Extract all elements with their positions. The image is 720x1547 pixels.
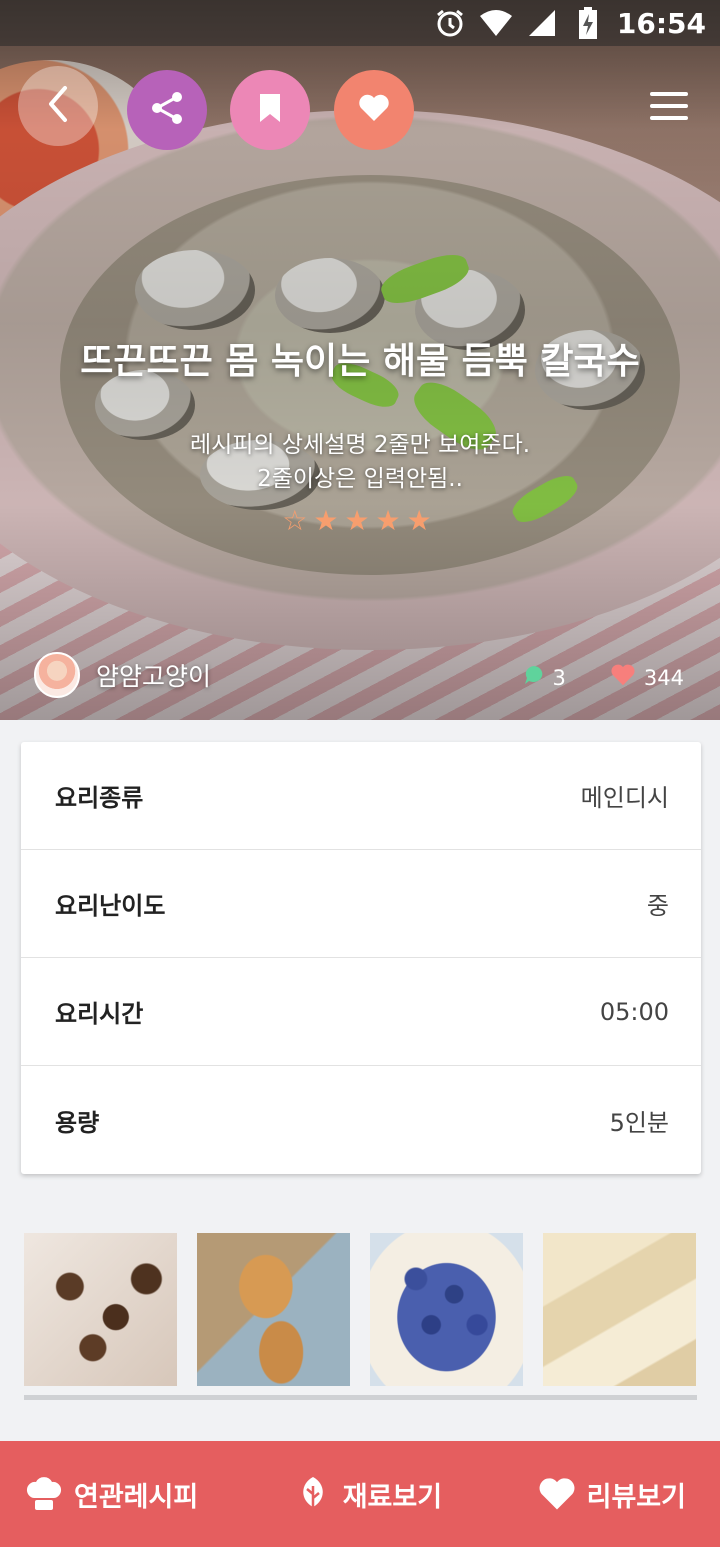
author-name[interactable]: 얌얌고양이	[96, 657, 211, 693]
leaf-icon	[293, 1474, 333, 1514]
share-icon	[147, 88, 187, 132]
info-value: 05:00	[599, 997, 669, 1026]
avatar[interactable]	[34, 652, 80, 698]
recipe-stats: 3 344	[523, 664, 684, 691]
signal-icon	[525, 6, 559, 40]
info-label: 요리종류	[55, 784, 144, 812]
bookmark-icon	[257, 92, 283, 128]
favorite-button[interactable]	[334, 70, 414, 150]
related-image-strip	[24, 1233, 696, 1386]
hamburger-menu-icon[interactable]	[650, 92, 688, 120]
recipe-description: 레시피의 상세설명 2줄만 보여준다. 2줄이상은 입력안됨..	[0, 428, 720, 496]
related-recipes-label: 연관레시피	[74, 1481, 199, 1513]
info-value: 메인디시	[580, 784, 669, 812]
info-label: 요리시간	[55, 1000, 144, 1028]
recipe-title: 뜨끈뜨끈 몸 녹이는 해물 듬뿍 칼국수	[80, 341, 640, 382]
info-row-servings: 용량 5인분	[21, 1066, 701, 1174]
bookmark-button[interactable]	[230, 70, 310, 150]
share-button[interactable]	[127, 70, 207, 150]
coffee-beans-image[interactable]	[24, 1233, 177, 1386]
comment-icon[interactable]	[523, 664, 545, 691]
info-row-category: 요리종류 메인디시	[21, 742, 701, 850]
recipe-detail-screen: 16:54 뜨끈뜨끈 몸 녹이는 해물 듬뿍 칼국수 레시피의 상세설명 2줄만…	[0, 0, 720, 1547]
related-recipes-button[interactable]: 연관레시피	[24, 1474, 198, 1514]
like-count: 344	[643, 665, 684, 690]
chef-hat-icon	[24, 1474, 64, 1514]
ingredients-label: 재료보기	[342, 1481, 443, 1513]
status-time: 16:54	[616, 6, 706, 40]
star-filled-icon: ★	[406, 504, 438, 537]
heart-icon	[358, 94, 390, 126]
alarm-icon	[433, 6, 467, 40]
heart-icon	[537, 1474, 577, 1514]
bread-image[interactable]	[197, 1233, 350, 1386]
comment-count: 3	[552, 665, 566, 690]
recipe-info-card: 요리종류 메인디시 요리난이도 중 요리시간 05:00 용량 5인분	[21, 742, 701, 1174]
info-label: 요리난이도	[55, 892, 166, 920]
white-chocolate-image[interactable]	[543, 1233, 696, 1386]
horizontal-scrollbar[interactable]	[24, 1395, 697, 1400]
status-bar: 16:54	[0, 0, 720, 46]
ingredients-button[interactable]: 재료보기	[293, 1474, 442, 1514]
reviews-button[interactable]: 리뷰보기	[537, 1474, 686, 1514]
blueberry-cake-image[interactable]	[370, 1233, 523, 1386]
info-label: 용량	[55, 1108, 100, 1137]
info-value: 중	[646, 892, 669, 920]
bottom-action-bar: 연관레시피 재료보기 리뷰보기	[0, 1441, 720, 1547]
back-button[interactable]	[18, 66, 98, 146]
like-icon[interactable]	[610, 664, 636, 691]
info-value: 5인분	[609, 1108, 669, 1137]
rating-stars: ☆★★★★	[0, 504, 720, 537]
description-line-2: 2줄이상은 입력안됨..	[257, 466, 463, 492]
chevron-left-icon	[43, 84, 73, 128]
star-filled-icon: ★	[375, 504, 407, 537]
description-line-1: 레시피의 상세설명 2줄만 보여준다.	[189, 432, 531, 458]
author-profile[interactable]: 얌얌고양이	[34, 652, 211, 698]
star-empty-icon: ☆	[282, 504, 314, 537]
reviews-label: 리뷰보기	[586, 1481, 686, 1513]
star-filled-icon: ★	[313, 504, 345, 537]
star-filled-icon: ★	[344, 504, 376, 537]
info-row-difficulty: 요리난이도 중	[21, 850, 701, 958]
wifi-icon	[479, 6, 513, 40]
battery-charging-icon	[571, 6, 605, 40]
info-row-time: 요리시간 05:00	[21, 958, 701, 1066]
